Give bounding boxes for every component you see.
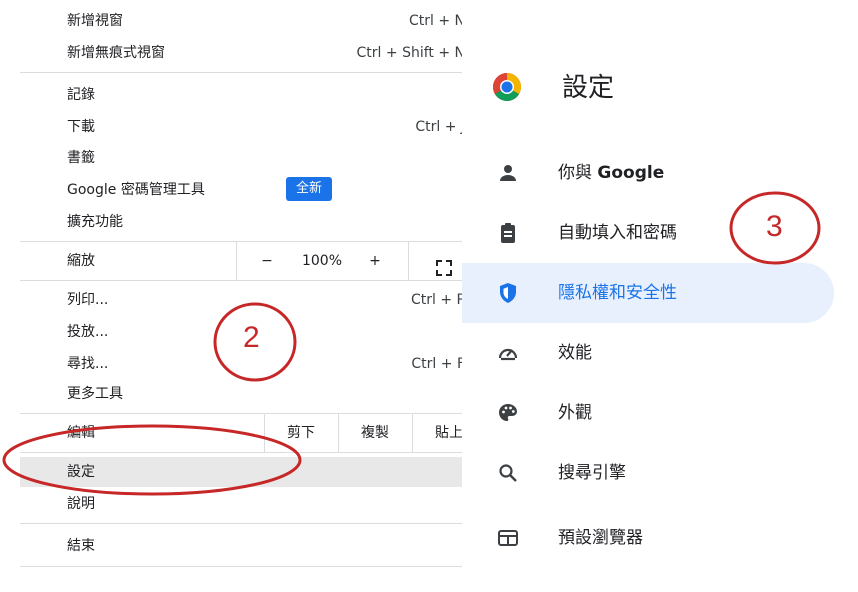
annotation-label-2: 2 bbox=[243, 321, 260, 354]
annotation-ellipse-settings bbox=[2, 424, 302, 496]
annotation-overlay bbox=[2, 191, 821, 496]
annotation-label-3: 3 bbox=[766, 210, 783, 243]
